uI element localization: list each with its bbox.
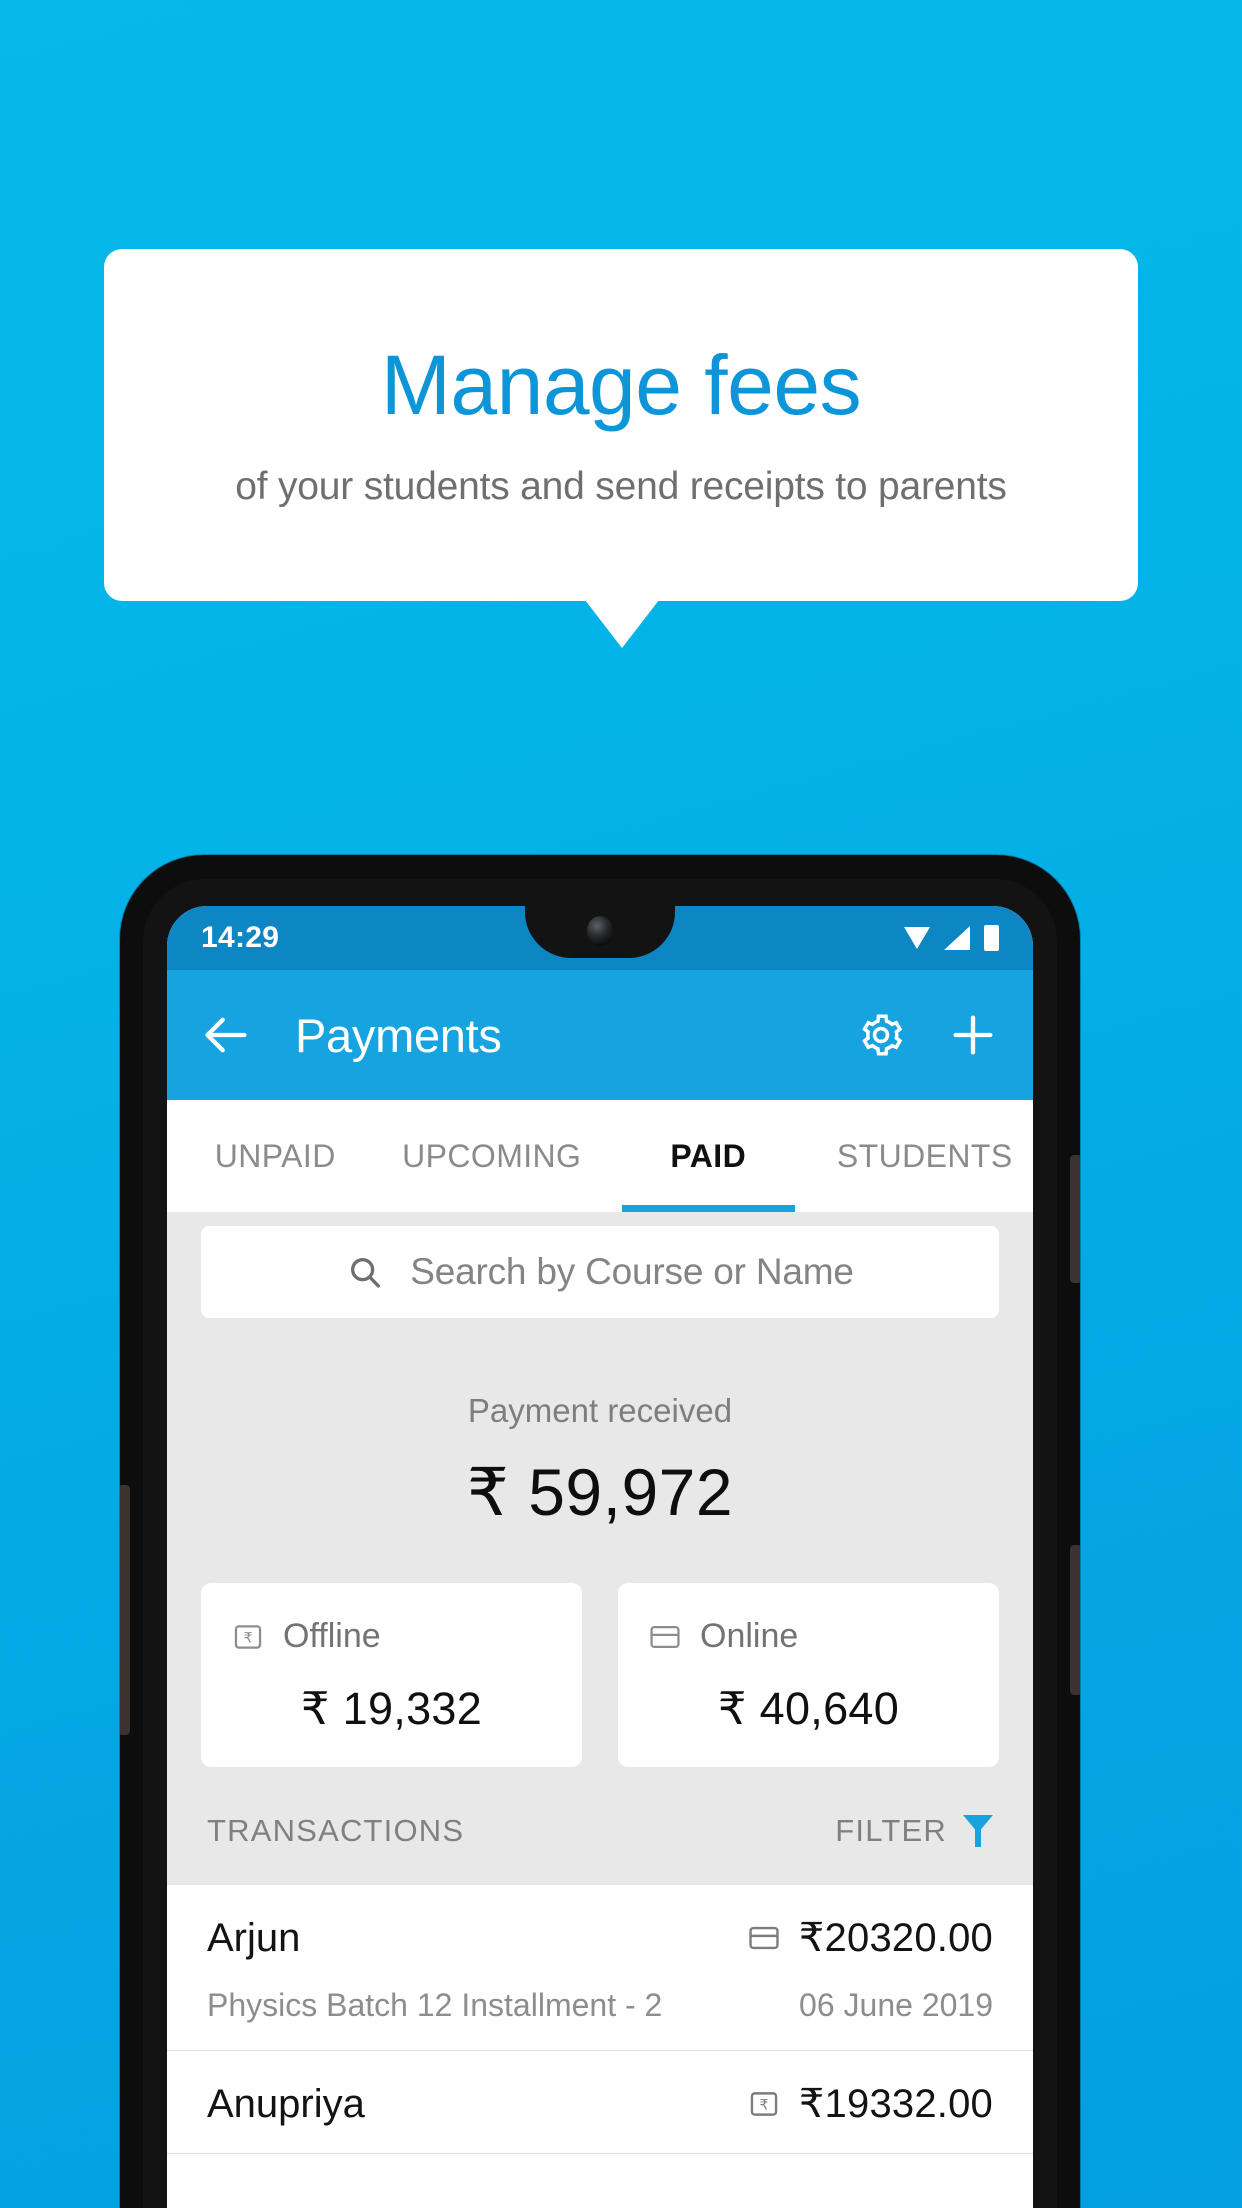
funnel-icon	[963, 1815, 993, 1847]
promo-bubble-tail	[585, 600, 659, 648]
transactions-header: TRANSACTIONS FILTER	[167, 1767, 1033, 1885]
phone-power-button[interactable]	[1070, 1155, 1080, 1283]
rupee-note-icon: ₹	[231, 1620, 265, 1654]
online-card-amount: ₹ 40,640	[717, 1683, 900, 1734]
promo-subtitle: of your students and send receipts to pa…	[235, 465, 1007, 509]
transaction-primary-line: Anupriya ₹ ₹19332.00	[207, 2081, 993, 2127]
offline-card-amount: ₹ 19,332	[300, 1683, 483, 1734]
transaction-amount: ₹19332.00	[798, 2082, 993, 2126]
display-notch	[525, 906, 675, 958]
summary-cards: ₹ Offline ₹ 19,332 Online ₹ 40,640	[167, 1531, 1033, 1767]
battery-icon	[984, 925, 999, 951]
app-bar: Payments	[167, 970, 1033, 1100]
filter-button[interactable]: FILTER	[835, 1813, 993, 1849]
svg-text:₹: ₹	[759, 2098, 768, 2114]
credit-card-icon	[747, 1921, 781, 1955]
payment-received-label: Payment received	[467, 1392, 733, 1429]
search-input[interactable]: Search by Course or Name	[201, 1226, 999, 1318]
phone-mockup: 14:29 Payments UNPAID UPCOMING PAID STUD…	[120, 855, 1080, 2208]
tab-unpaid[interactable]: UNPAID	[167, 1100, 384, 1212]
transaction-amount-group: ₹ ₹19332.00	[747, 2081, 993, 2127]
online-card-header: Online	[648, 1617, 969, 1656]
search-container: Search by Course or Name	[167, 1226, 1033, 1318]
transaction-student-name: Anupriya	[207, 2081, 365, 2126]
status-bar: 14:29	[167, 906, 1033, 970]
rupee-note-icon: ₹	[747, 2087, 781, 2121]
tab-bar: UNPAID UPCOMING PAID STUDENTS	[167, 1100, 1033, 1212]
search-placeholder: Search by Course or Name	[410, 1251, 854, 1292]
transactions-title: TRANSACTIONS	[207, 1813, 465, 1848]
phone-screen: 14:29 Payments UNPAID UPCOMING PAID STUD…	[167, 906, 1033, 2208]
table-row[interactable]: Arjun ₹20320.00 Physics Batch 12 Install…	[167, 1885, 1033, 2051]
status-icon-group	[904, 925, 999, 951]
transaction-date: 06 June 2019	[799, 1987, 993, 2023]
status-time: 14:29	[201, 921, 280, 954]
search-icon	[346, 1253, 384, 1291]
transaction-description: Physics Batch 12 Installment - 2	[207, 1987, 663, 2023]
offline-card-label: Offline	[283, 1617, 381, 1655]
promo-bubble: Manage fees of your students and send re…	[104, 249, 1138, 601]
online-card[interactable]: Online ₹ 40,640	[618, 1583, 999, 1767]
tab-upcoming[interactable]: UPCOMING	[384, 1100, 601, 1212]
table-row[interactable]: Anupriya ₹ ₹19332.00	[167, 2051, 1033, 2154]
phone-assist-button[interactable]	[1070, 1545, 1080, 1695]
promo-title: Manage fees	[380, 337, 862, 432]
transaction-secondary-line: Physics Batch 12 Installment - 2 06 June…	[207, 1987, 993, 2024]
transaction-primary-line: Arjun ₹20320.00	[207, 1915, 993, 1961]
plus-icon[interactable]	[947, 1009, 999, 1061]
phone-bezel: 14:29 Payments UNPAID UPCOMING PAID STUD…	[143, 879, 1057, 2208]
tab-students[interactable]: STUDENTS	[817, 1100, 1034, 1212]
page-title: Payments	[295, 1008, 502, 1062]
transaction-list: Arjun ₹20320.00 Physics Batch 12 Install…	[167, 1885, 1033, 2154]
wifi-icon	[904, 927, 930, 949]
filter-label: FILTER	[835, 1813, 947, 1848]
transaction-student-name: Arjun	[207, 1915, 301, 1960]
transaction-amount-group: ₹20320.00	[747, 1915, 993, 1961]
front-camera-icon	[587, 916, 613, 946]
signal-icon	[944, 926, 970, 950]
summary-section: Search by Course or Name Payment receive…	[167, 1212, 1033, 1885]
credit-card-icon	[648, 1620, 682, 1654]
gear-icon[interactable]	[855, 1009, 907, 1061]
payment-received-amount: ₹ 59,972	[466, 1455, 734, 1529]
transaction-amount: ₹20320.00	[798, 1916, 993, 1960]
svg-text:₹: ₹	[243, 1630, 252, 1646]
offline-card[interactable]: ₹ Offline ₹ 19,332	[201, 1583, 582, 1767]
phone-volume-button[interactable]	[120, 1485, 130, 1735]
tab-paid[interactable]: PAID	[600, 1100, 817, 1212]
offline-card-header: ₹ Offline	[231, 1617, 552, 1656]
online-card-label: Online	[700, 1617, 799, 1655]
back-arrow-icon[interactable]	[201, 1009, 253, 1061]
